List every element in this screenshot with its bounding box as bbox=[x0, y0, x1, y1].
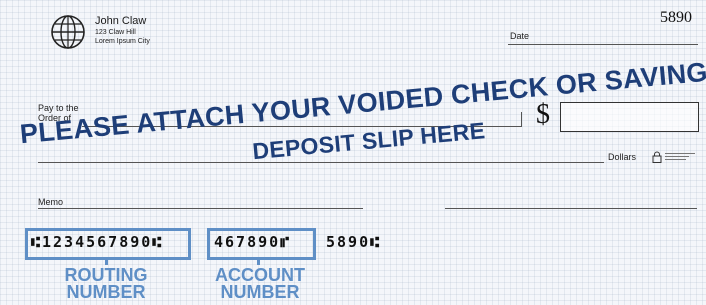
date-label: Date bbox=[510, 31, 530, 41]
memo-line bbox=[38, 208, 363, 209]
routing-number: ⑆1234567890⑆ bbox=[31, 233, 164, 251]
voided-check-instruction: PLEASE ATTACH YOUR VOIDED CHECK OR SAVIN… bbox=[16, 27, 706, 209]
account-holder-name: John Claw bbox=[95, 15, 147, 27]
account-connector bbox=[257, 257, 260, 265]
routing-connector bbox=[105, 257, 108, 265]
check-number: 5890 bbox=[660, 9, 692, 26]
routing-number-label: ROUTING NUMBER bbox=[45, 266, 167, 302]
check-number-micr: 5890⑆ bbox=[326, 233, 382, 251]
account-label-line-2: NUMBER bbox=[220, 282, 300, 302]
signature-line bbox=[445, 208, 697, 209]
globe-icon bbox=[51, 15, 85, 49]
security-features-text bbox=[665, 153, 695, 160]
account-number-label: ACCOUNT NUMBER bbox=[199, 266, 321, 302]
voided-check: John Claw 123 Claw Hill Lorem Ipsum City… bbox=[0, 0, 706, 305]
address-line-1: 123 Claw Hill bbox=[95, 29, 136, 36]
address-line-2: Lorem Ipsum City bbox=[95, 38, 150, 45]
lock-icon bbox=[652, 151, 662, 163]
account-number: 467890⑈ bbox=[214, 233, 292, 251]
routing-label-line-2: NUMBER bbox=[66, 282, 146, 302]
